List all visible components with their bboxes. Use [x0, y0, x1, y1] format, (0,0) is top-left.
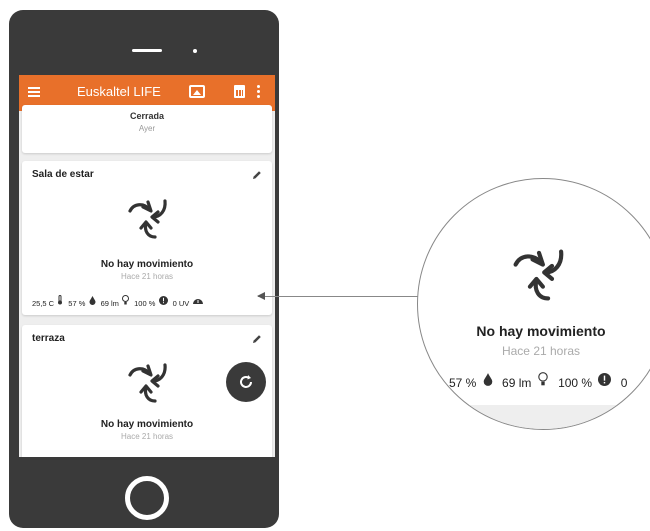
home-button[interactable]: [125, 476, 169, 520]
lightbulb-icon: [537, 372, 548, 386]
device-card-sala-de-estar[interactable]: Sala de estar No hay movimiento Hace 21 …: [22, 161, 272, 315]
refresh-button[interactable]: [226, 362, 266, 402]
uv-value: 0 UV: [172, 298, 190, 308]
phone-camera: [193, 49, 197, 53]
lightbulb-icon: [122, 295, 130, 305]
motion-time: Hace 21 horas: [120, 272, 174, 281]
zoom-sensor-stats: 57 % 69 lm 100 % 0: [449, 372, 627, 390]
device-card-door[interactable]: Cerrada Ayer: [22, 105, 272, 153]
zoom-card-divider: [418, 405, 650, 429]
uv-value: 0: [620, 375, 628, 390]
sensor-stats: 25,5 C 57 % 69 lm 100 % 0 UV: [32, 295, 207, 308]
light-value: 69 lm: [502, 375, 532, 390]
app-title: Euskaltel LIFE: [77, 84, 161, 99]
light-value: 69 lm: [100, 298, 119, 308]
pencil-icon[interactable]: [251, 333, 263, 345]
image-icon[interactable]: [189, 85, 205, 98]
hamburger-menu-icon[interactable]: [28, 87, 40, 97]
refresh-icon: [240, 375, 252, 388]
drop-icon: [483, 373, 492, 386]
alert-icon: [598, 373, 612, 386]
humidity-value: 57 %: [449, 375, 477, 390]
drop-icon: [89, 296, 95, 305]
battery-value: 100 %: [134, 298, 156, 308]
zoom-motion-time: Hace 21 horas: [501, 344, 581, 358]
temperature-value: 25,5 C: [32, 298, 55, 308]
door-state: Cerrada: [129, 111, 165, 121]
callout-line: [258, 296, 426, 297]
motion-arrows-icon: [128, 199, 167, 239]
alert-icon: [158, 296, 168, 305]
phone-speaker: [132, 49, 162, 52]
card-title: Sala de estar: [32, 169, 94, 180]
motion-state: No hay movimiento: [100, 259, 194, 270]
uv-gauge-icon: [193, 299, 204, 304]
thermometer-icon: [58, 295, 63, 305]
pencil-icon[interactable]: [251, 169, 263, 181]
zoom-motion-state: No hay movimiento: [476, 323, 606, 339]
battery-value: 100 %: [558, 375, 593, 390]
door-time: Ayer: [138, 124, 156, 133]
motion-arrows-icon: [128, 363, 167, 403]
motion-time: Hace 21 horas: [120, 432, 174, 441]
callout-arrowhead: [257, 292, 265, 300]
humidity-value: 57 %: [68, 298, 86, 308]
zoom-callout: No hay movimiento Hace 21 horas 57 % 69 …: [417, 178, 650, 430]
calendar-icon[interactable]: [234, 85, 245, 98]
more-vertical-icon[interactable]: [257, 85, 260, 99]
card-title: terraza: [32, 333, 65, 344]
motion-arrows-icon: [513, 249, 564, 301]
motion-state: No hay movimiento: [100, 419, 194, 430]
